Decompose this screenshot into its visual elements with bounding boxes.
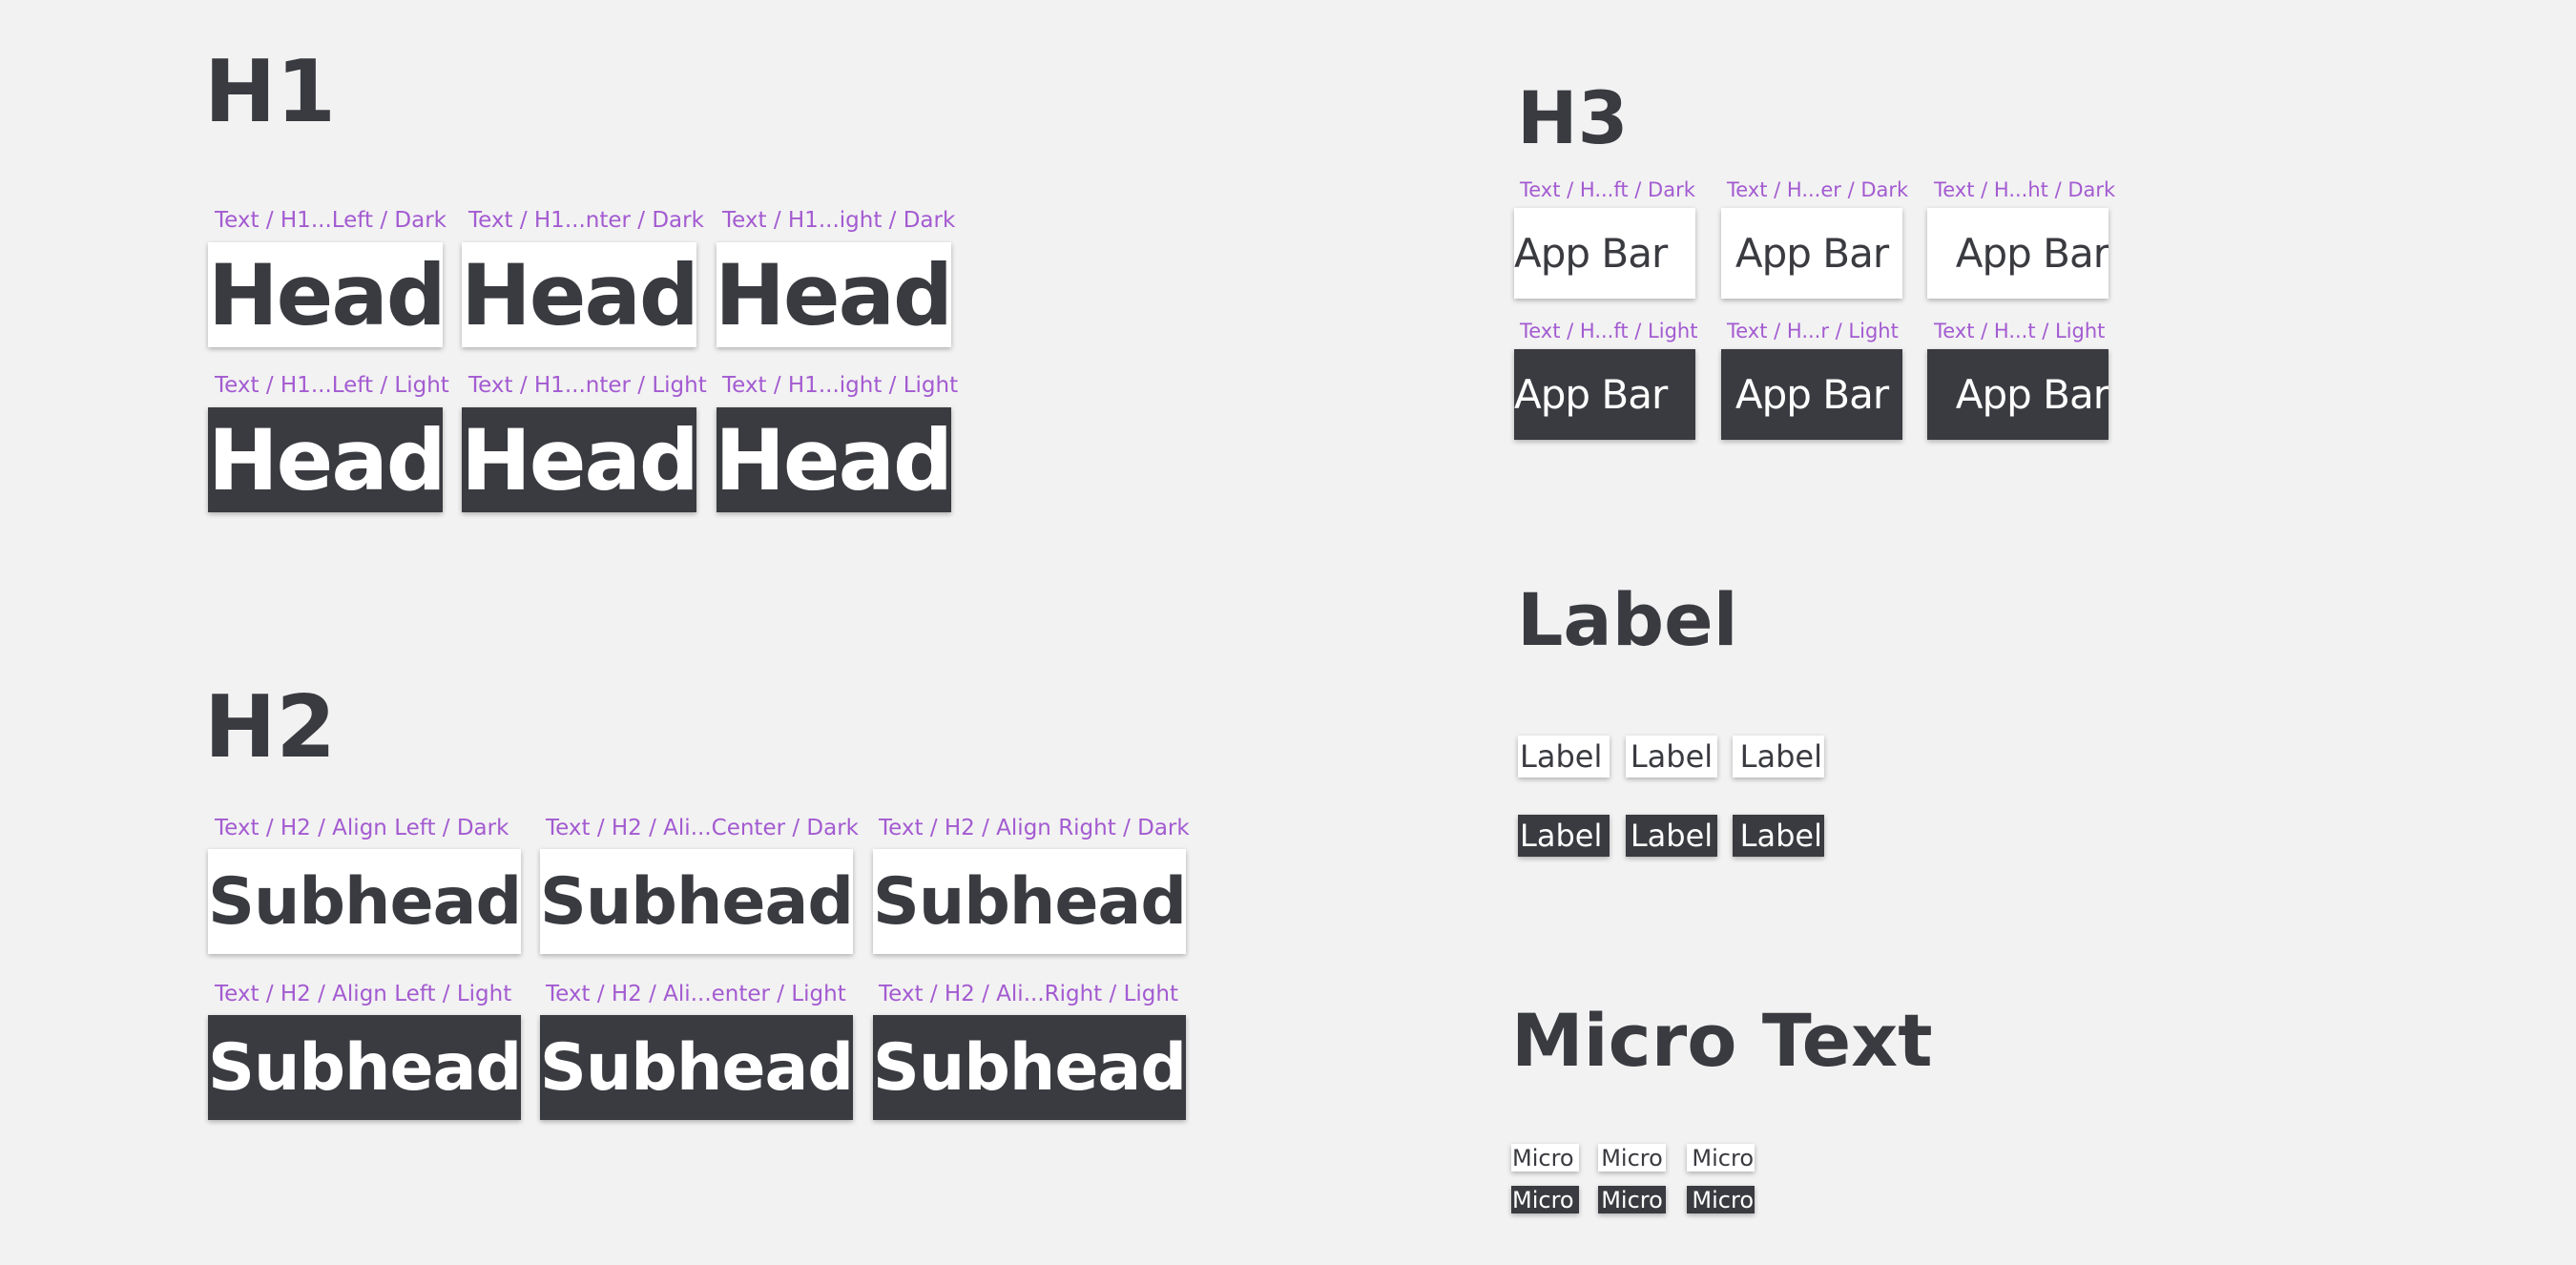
h3-right-light-component[interactable]: App Bar [1927,349,2109,440]
h3-left-dark-component[interactable]: App Bar [1514,208,1695,299]
label-section-title: Label [1517,577,1738,662]
label-right-light-component[interactable]: Label [1733,815,1824,857]
h3-center-light-component[interactable]: App Bar [1721,349,1902,440]
h2-right-dark-component[interactable]: Subhead [873,849,1186,954]
h2-left-dark-label: Text / H2 / Align Left / Dark [215,816,509,840]
h3-right-dark-label: Text / H...ht / Dark [1934,178,2116,201]
label-center-dark-component[interactable]: Label [1626,736,1717,778]
micro-center-light-component[interactable]: Micro [1598,1186,1666,1213]
h1-section-title: H1 [204,42,336,142]
h3-section-title: H3 [1517,75,1629,160]
h3-center-dark-component[interactable]: App Bar [1721,208,1902,299]
micro-section-title: Micro Text [1511,998,1933,1083]
label-center-light-component[interactable]: Label [1626,815,1717,857]
h1-center-light-label: Text / H1...nter / Light [468,373,707,398]
h1-left-dark-label: Text / H1...Left / Dark [215,208,447,233]
h1-left-light-component[interactable]: Head [208,407,443,512]
h1-center-dark-component[interactable]: Head [462,242,696,347]
micro-left-light-component[interactable]: Micro [1511,1186,1579,1213]
h3-left-dark-label: Text / H...ft / Dark [1520,178,1695,201]
h1-center-light-component[interactable]: Head [462,407,696,512]
label-left-dark-component[interactable]: Label [1518,736,1610,778]
h2-center-dark-label: Text / H2 / Ali...Center / Dark [546,816,859,840]
h2-center-light-label: Text / H2 / Ali...enter / Light [546,982,846,1006]
label-right-dark-component[interactable]: Label [1733,736,1824,778]
h3-left-light-label: Text / H...ft / Light [1520,320,1698,342]
h2-right-light-label: Text / H2 / Ali...Right / Light [879,982,1178,1006]
h1-right-light-component[interactable]: Head [717,407,951,512]
h1-left-dark-component[interactable]: Head [208,242,443,347]
label-left-light-component[interactable]: Label [1518,815,1610,857]
h2-left-light-component[interactable]: Subhead [208,1015,521,1120]
h3-left-light-component[interactable]: App Bar [1514,349,1695,440]
h3-right-light-label: Text / H...t / Light [1934,320,2106,342]
micro-center-dark-component[interactable]: Micro [1598,1144,1666,1172]
h2-center-dark-component[interactable]: Subhead [540,849,853,954]
h3-right-dark-component[interactable]: App Bar [1927,208,2109,299]
h3-center-dark-label: Text / H...er / Dark [1727,178,1909,201]
micro-right-dark-component[interactable]: Micro [1687,1144,1755,1172]
micro-left-dark-component[interactable]: Micro [1511,1144,1579,1172]
micro-right-light-component[interactable]: Micro [1687,1186,1755,1213]
h2-section-title: H2 [204,677,336,778]
h2-center-light-component[interactable]: Subhead [540,1015,853,1120]
h3-center-light-label: Text / H...r / Light [1727,320,1899,342]
h1-right-light-label: Text / H1...ight / Light [722,373,959,398]
h2-left-dark-component[interactable]: Subhead [208,849,521,954]
h1-right-dark-label: Text / H1...ight / Dark [722,208,956,233]
h1-right-dark-component[interactable]: Head [717,242,951,347]
h1-left-light-label: Text / H1...Left / Light [215,373,449,398]
h2-right-light-component[interactable]: Subhead [873,1015,1186,1120]
h2-right-dark-label: Text / H2 / Align Right / Dark [879,816,1190,840]
h2-left-light-label: Text / H2 / Align Left / Light [215,982,512,1006]
h1-center-dark-label: Text / H1...nter / Dark [468,208,704,233]
